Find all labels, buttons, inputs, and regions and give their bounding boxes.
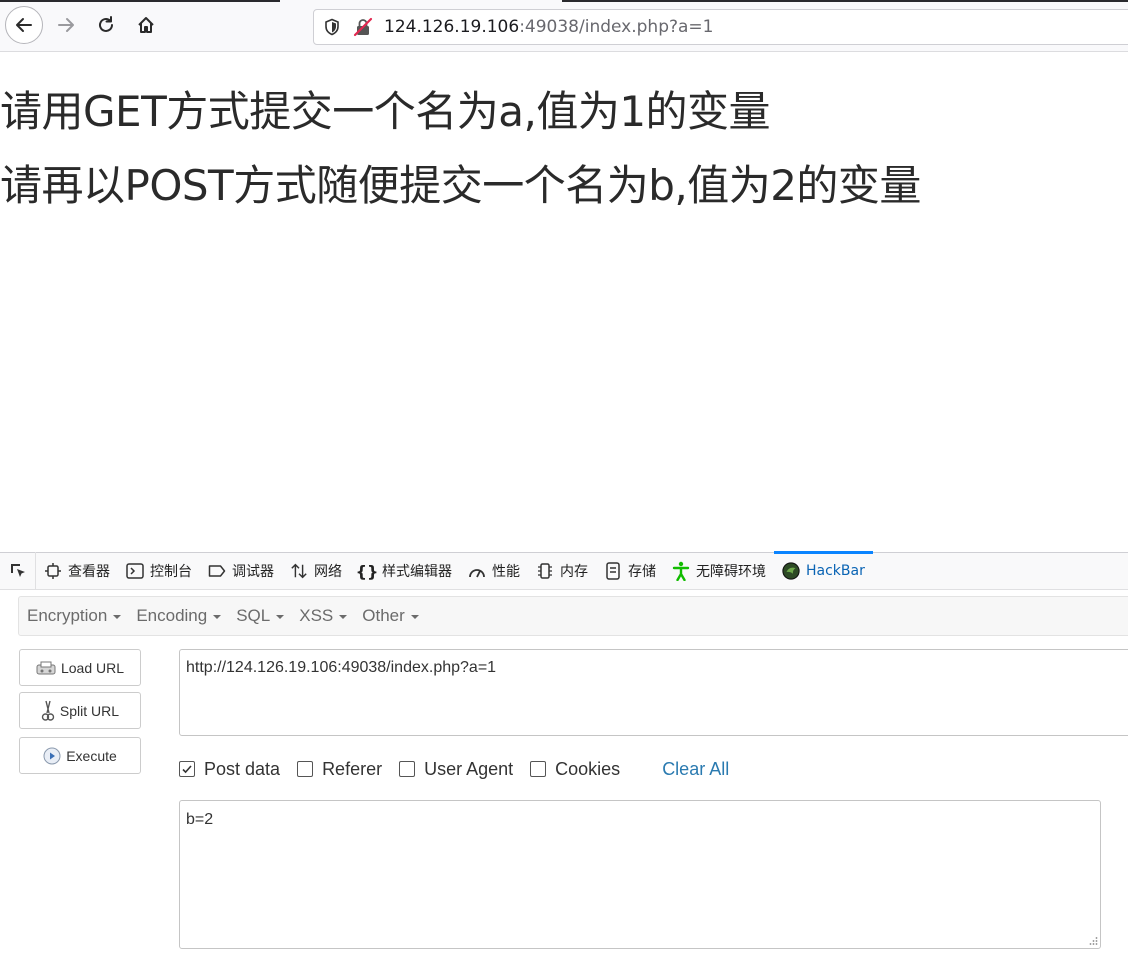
execute-label: Execute xyxy=(66,747,117,764)
forward-button[interactable] xyxy=(47,6,85,44)
scissors-icon xyxy=(41,700,55,721)
tab-strip-edge xyxy=(562,0,1128,2)
hackbar-panel: Encryption Encoding SQL XSS Other Load U… xyxy=(0,590,1128,971)
memory-icon xyxy=(536,562,554,580)
execute-button[interactable]: Execute xyxy=(19,737,141,774)
browser-toolbar: 124.126.19.106:49038/index.php?a=1 xyxy=(0,0,1128,52)
menu-label: SQL xyxy=(236,606,271,625)
referer-label: Referer xyxy=(322,758,383,779)
tab-accessibility[interactable]: 无障碍环境 xyxy=(664,552,774,590)
post-data-label: Post data xyxy=(204,758,281,779)
menu-sql[interactable]: SQL xyxy=(228,606,291,626)
clear-all-link[interactable]: Clear All xyxy=(662,759,729,780)
tab-label: 内存 xyxy=(560,564,588,580)
storage-icon xyxy=(604,562,622,580)
split-url-button[interactable]: Split URL xyxy=(19,692,141,729)
user-agent-option[interactable]: User Agent xyxy=(399,759,513,780)
menu-encoding[interactable]: Encoding xyxy=(128,606,228,626)
post-data-option[interactable]: Post data xyxy=(179,759,280,780)
menu-other[interactable]: Other xyxy=(354,606,426,626)
play-icon xyxy=(43,747,61,764)
tab-label: 样式编辑器 xyxy=(382,564,452,580)
request-options: Post data Referer User Agent Cookies Cle… xyxy=(179,757,729,781)
element-picker-icon xyxy=(10,564,25,577)
menu-label: XSS xyxy=(299,606,334,625)
menu-label: Encryption xyxy=(27,606,108,625)
caret-down-icon xyxy=(339,615,348,619)
forward-icon xyxy=(58,18,74,32)
caret-down-icon xyxy=(213,615,222,619)
tab-label: 存储 xyxy=(628,564,656,580)
menu-xss[interactable]: XSS xyxy=(291,606,354,626)
url-path: :49038/index.php?a=1 xyxy=(519,17,714,37)
tab-console[interactable]: 控制台 xyxy=(118,552,200,590)
cookies-checkbox[interactable] xyxy=(530,761,547,777)
instruction-line-get: 请用GET方式提交一个名为a,值为1的变量 xyxy=(0,87,771,136)
user-agent-checkbox[interactable] xyxy=(399,761,416,777)
check-icon xyxy=(182,765,192,774)
url-host: 124.126.19.106 xyxy=(384,17,520,37)
post-data-value: b=2 xyxy=(186,811,214,828)
caret-down-icon xyxy=(113,615,122,619)
back-icon xyxy=(16,18,32,32)
post-data-textarea[interactable]: b=2 xyxy=(179,800,1101,949)
cookies-option[interactable]: Cookies xyxy=(530,759,620,780)
tab-inspector[interactable]: 查看器 xyxy=(36,552,118,590)
accessibility-icon xyxy=(672,561,690,581)
load-url-label: Load URL xyxy=(60,659,125,676)
caret-down-icon xyxy=(410,615,419,619)
performance-icon xyxy=(468,562,486,580)
debugger-icon xyxy=(208,562,226,580)
hackbar-menu: Encryption Encoding SQL XSS Other xyxy=(18,596,1128,636)
tab-storage[interactable]: 存储 xyxy=(596,552,664,590)
network-icon xyxy=(290,562,308,580)
tab-label: HackBar xyxy=(806,563,865,579)
tab-label: 查看器 xyxy=(68,564,110,580)
tab-label: 性能 xyxy=(492,564,520,580)
tab-label: 网络 xyxy=(314,564,342,580)
element-picker-button[interactable] xyxy=(0,552,36,590)
resize-grip-icon[interactable] xyxy=(1088,936,1098,946)
url-text[interactable]: 124.126.19.106:49038/index.php?a=1 xyxy=(384,17,714,37)
url-textarea[interactable]: http://124.126.19.106:49038/index.php?a=… xyxy=(179,649,1128,736)
insecure-lock-icon[interactable] xyxy=(350,14,376,40)
caret-down-icon xyxy=(276,615,285,619)
menu-label: Encoding xyxy=(136,606,208,625)
url-value: http://124.126.19.106:49038/index.php?a=… xyxy=(186,659,497,676)
console-icon xyxy=(126,562,144,580)
reload-button[interactable] xyxy=(87,6,125,44)
shield-icon[interactable] xyxy=(319,14,345,40)
split-url-label: Split URL xyxy=(59,702,120,719)
tab-label: 调试器 xyxy=(232,564,274,580)
referer-option[interactable]: Referer xyxy=(297,759,382,780)
home-icon xyxy=(138,17,154,33)
load-url-button[interactable]: Load URL xyxy=(19,649,141,686)
tab-hackbar[interactable]: HackBar xyxy=(774,551,873,590)
instruction-line-post: 请再以POST方式随便提交一个名为b,值为2的变量 xyxy=(0,161,921,210)
load-url-icon xyxy=(36,661,56,674)
tab-performance[interactable]: 性能 xyxy=(460,552,528,590)
tab-memory[interactable]: 内存 xyxy=(528,552,596,590)
menu-encryption[interactable]: Encryption xyxy=(19,606,128,626)
style-editor-icon: {} xyxy=(355,561,379,581)
reload-icon xyxy=(99,16,113,32)
devtools-tab-bar: 查看器 控制台 调试器 网络 {} 样式编辑器 性能 内存 存储 无障碍环境 H… xyxy=(0,551,1128,590)
post-data-checkbox[interactable] xyxy=(179,761,195,777)
address-bar[interactable]: 124.126.19.106:49038/index.php?a=1 xyxy=(313,9,1128,45)
tab-style-editor[interactable]: {} 样式编辑器 xyxy=(350,552,460,590)
user-agent-label: User Agent xyxy=(424,758,514,779)
referer-checkbox[interactable] xyxy=(297,761,314,777)
menu-label: Other xyxy=(362,606,405,625)
back-button[interactable] xyxy=(5,6,43,44)
tab-label: 控制台 xyxy=(150,564,192,580)
cookies-label: Cookies xyxy=(555,758,621,779)
hackbar-icon xyxy=(782,562,800,580)
page-content: 请用GET方式提交一个名为a,值为1的变量 请再以POST方式随便提交一个名为b… xyxy=(0,52,1128,552)
tab-network[interactable]: 网络 xyxy=(282,552,350,590)
inspector-icon xyxy=(44,562,62,580)
home-button[interactable] xyxy=(127,6,165,44)
tab-strip-edge xyxy=(0,0,280,2)
tab-debugger[interactable]: 调试器 xyxy=(200,552,282,590)
tab-label: 无障碍环境 xyxy=(696,564,766,580)
